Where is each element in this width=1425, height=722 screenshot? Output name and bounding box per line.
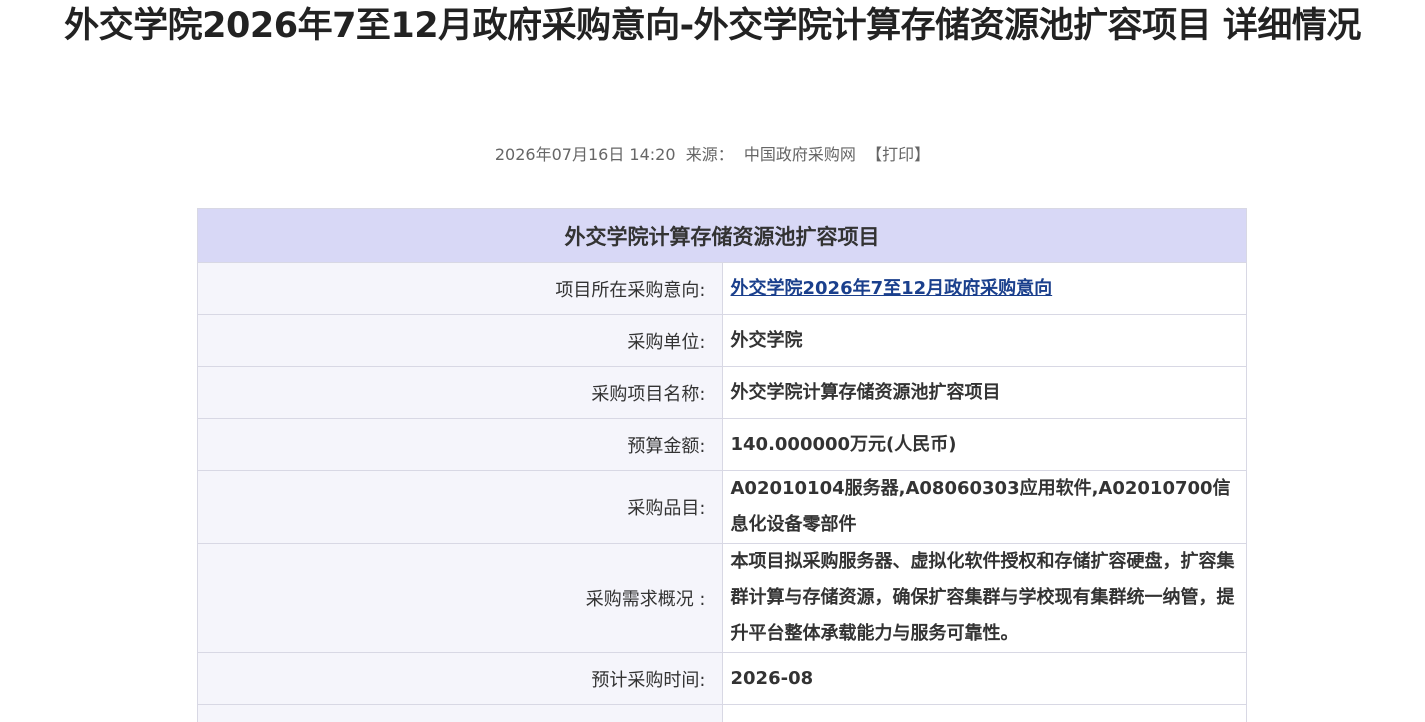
table-row: 项目所在采购意向: 外交学院2026年7至12月政府采购意向 [197,262,1247,315]
table-row: 采购品目: A02010104服务器,A08060303应用软件,A020107… [197,470,1247,544]
row-label: 备注: [197,704,723,722]
source-value: 中国政府采购网 [743,145,856,164]
table-row: 采购需求概况 : 本项目拟采购服务器、虚拟化软件授权和存储扩容硬盘，扩容集群计算… [197,543,1247,653]
row-value: 140.000000万元(人民币) [721,418,1247,471]
row-label: 预算金额: [197,418,723,471]
row-label: 预计采购时间: [197,652,723,705]
table-row: 采购单位: 外交学院 [197,314,1247,367]
page-title: 外交学院2026年7至12月政府采购意向-外交学院计算存储资源池扩容项目 详细情… [64,6,1361,46]
publish-datetime: 2026年07月16日 14:20 [494,145,676,164]
row-value: 本项目拟采购服务器、虚拟化软件授权和存储扩容硬盘，扩容集群计算与存储资源，确保扩… [721,543,1247,653]
table-title: 外交学院计算存储资源池扩容项目 [197,208,1247,263]
page-root: 外交学院2026年7至12月政府采购意向-外交学院计算存储资源池扩容项目 详细情… [0,0,1425,722]
row-label: 采购需求概况 : [197,543,723,653]
row-label: 项目所在采购意向: [197,262,723,315]
detail-table: 外交学院计算存储资源池扩容项目 项目所在采购意向: 外交学院2026年7至12月… [197,208,1247,722]
table-header-row: 外交学院计算存储资源池扩容项目 [197,208,1247,263]
print-link[interactable]: 【打印】 [866,145,930,164]
row-value: A02010104服务器,A08060303应用软件,A02010700信息化设… [721,470,1247,544]
table-row: 预算金额: 140.000000万元(人民币) [197,418,1247,471]
source-label-text: 来源： [685,145,734,164]
row-value: 外交学院 [721,314,1247,367]
row-value: 外交学院计算存储资源池扩容项目 [721,366,1247,419]
row-label: 采购单位: [197,314,723,367]
table-row: 预计采购时间: 2026-08 [197,652,1247,705]
table-row: 备注: [197,704,1247,722]
row-value: 外交学院2026年7至12月政府采购意向 [721,262,1247,315]
row-label: 采购项目名称: [197,366,723,419]
purchase-intent-link[interactable]: 外交学院2026年7至12月政府采购意向 [731,278,1053,299]
row-label: 采购品目: [197,470,723,544]
row-value [721,704,1247,722]
table-row: 采购项目名称: 外交学院计算存储资源池扩容项目 [197,366,1247,419]
row-value: 2026-08 [721,652,1247,705]
meta-line: 2026年07月16日 14:20 来源： 中国政府采购网 【打印】 [0,144,1425,166]
